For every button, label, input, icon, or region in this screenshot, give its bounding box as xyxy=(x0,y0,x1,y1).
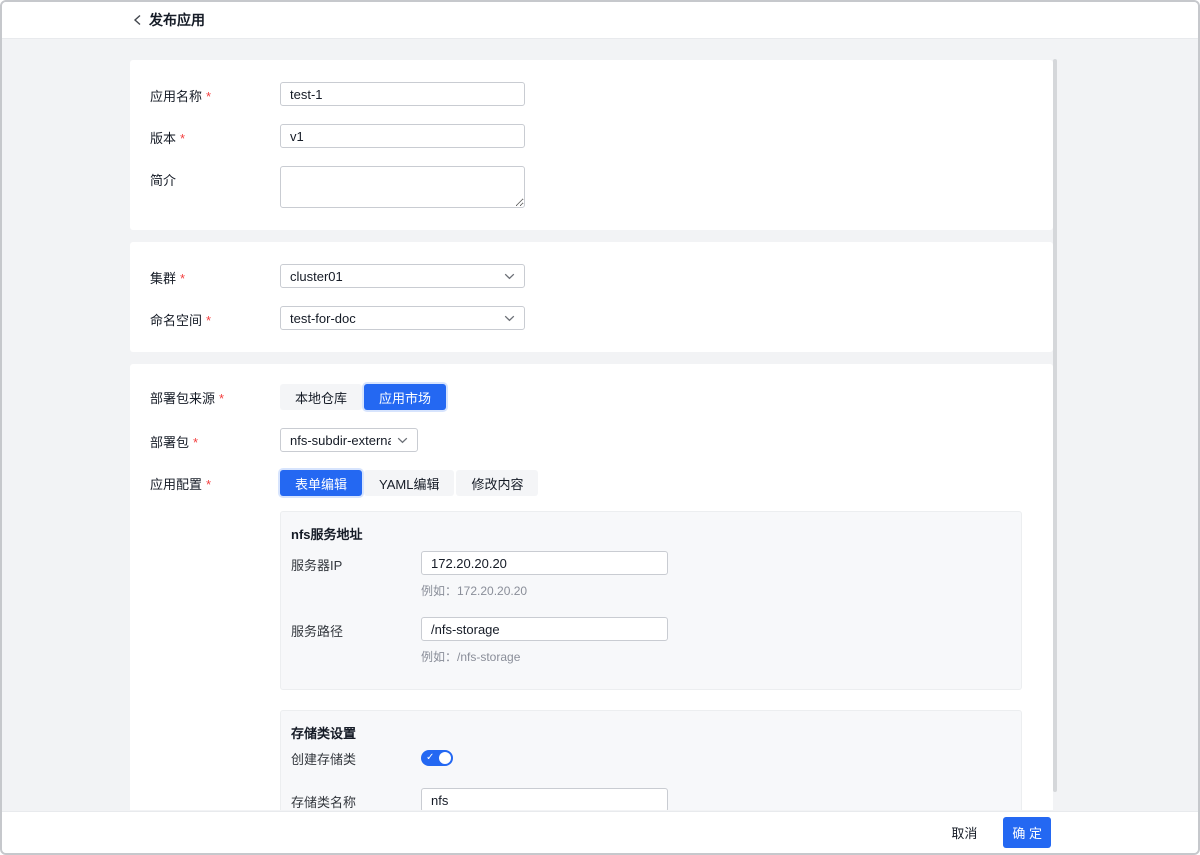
server-path-control: 例如：/nfs-storage xyxy=(421,617,668,665)
footer-actions: 取消 确 定 xyxy=(2,811,1198,853)
cancel-button[interactable]: 取消 xyxy=(951,823,977,842)
form-row-app-name: 应用名称 * xyxy=(130,82,1053,106)
package-label: 部署包 * xyxy=(150,428,280,451)
form-row-source: 部署包来源 * 本地仓库 应用市场 xyxy=(130,384,1053,410)
label-text: 简介 xyxy=(150,173,176,188)
titlebar: 发布应用 xyxy=(2,2,1198,39)
server-ip-control: 例如：172.20.20.20 xyxy=(421,551,668,599)
card-deploy: 部署包来源 * 本地仓库 应用市场 部署包 * nfs-subdir-externa… xyxy=(130,364,1053,810)
server-ip-input[interactable] xyxy=(421,551,668,575)
label-text: 部署包来源 xyxy=(150,391,215,406)
required-asterisk: * xyxy=(180,131,185,146)
cluster-label: 集群 * xyxy=(150,264,280,287)
card-basic-info: 应用名称 * 版本 * 简介 xyxy=(130,60,1053,230)
storageclass-name-control xyxy=(421,788,668,810)
tab-yaml-edit[interactable]: YAML编辑 xyxy=(364,470,454,496)
confirm-button[interactable]: 确 定 xyxy=(1003,817,1051,848)
form-row-config: 应用配置 * 表单编辑 YAML编辑 修改内容 xyxy=(130,470,1053,496)
panel-storage-class: 存储类设置 创建存储类 ✓ 存储类名称 pv回收策略 xyxy=(280,710,1022,810)
card-target: 集群 * cluster01 命名空间 * test-for-doc xyxy=(130,242,1053,352)
vertical-scrollbar[interactable] xyxy=(1053,59,1057,792)
form-row-cluster: 集群 * cluster01 xyxy=(130,264,1053,288)
storage-panel-title: 存储类设置 xyxy=(291,723,1011,742)
chevron-down-icon xyxy=(504,315,515,322)
server-ip-label: 服务器IP xyxy=(291,551,421,574)
config-label: 应用配置 * xyxy=(150,470,280,493)
package-select[interactable]: nfs-subdir-external-... xyxy=(280,428,418,452)
server-path-input[interactable] xyxy=(421,617,668,641)
app-name-label: 应用名称 * xyxy=(150,82,280,105)
form-row-server-ip: 服务器IP 例如：172.20.20.20 xyxy=(291,551,1011,599)
chevron-down-icon xyxy=(504,273,515,280)
nfs-panel-title: nfs服务地址 xyxy=(291,524,1011,543)
form-row-version: 版本 * xyxy=(130,124,1053,148)
create-storageclass-toggle[interactable]: ✓ xyxy=(421,750,453,766)
version-label: 版本 * xyxy=(150,124,280,147)
create-storageclass-label: 创建存储类 xyxy=(291,747,421,768)
required-asterisk: * xyxy=(206,313,211,328)
source-label: 部署包来源 * xyxy=(150,384,280,407)
namespace-select-value: test-for-doc xyxy=(290,311,356,326)
label-text: 版本 xyxy=(150,131,176,146)
source-option-app-market[interactable]: 应用市场 xyxy=(364,384,446,410)
label-text: 应用配置 xyxy=(150,477,202,492)
cluster-select[interactable]: cluster01 xyxy=(280,264,525,288)
form-row-create-storageclass: 创建存储类 ✓ xyxy=(291,747,1011,768)
form-row-namespace: 命名空间 * test-for-doc xyxy=(130,306,1053,330)
source-option-local-repo[interactable]: 本地仓库 xyxy=(280,384,362,410)
form-scroll-area: 应用名称 * 版本 * 简介 集群 * cluster01 xyxy=(2,41,1198,810)
tab-modify-content[interactable]: 修改内容 xyxy=(456,470,538,496)
cluster-select-value: cluster01 xyxy=(290,269,343,284)
chevron-down-icon xyxy=(397,437,408,444)
label-text: 应用名称 xyxy=(150,89,202,104)
version-input[interactable] xyxy=(280,124,525,148)
label-text: 部署包 xyxy=(150,435,189,450)
required-asterisk: * xyxy=(180,271,185,286)
label-text: 集群 xyxy=(150,271,176,286)
label-text: 命名空间 xyxy=(150,313,202,328)
required-asterisk: * xyxy=(206,477,211,492)
config-tabs: 表单编辑 YAML编辑 修改内容 xyxy=(280,470,538,496)
namespace-select[interactable]: test-for-doc xyxy=(280,306,525,330)
server-ip-hint: 例如：172.20.20.20 xyxy=(421,582,668,599)
server-path-label: 服务路径 xyxy=(291,617,421,640)
tab-form-edit[interactable]: 表单编辑 xyxy=(280,470,362,496)
form-row-intro: 简介 xyxy=(130,166,1053,208)
chevron-left-icon xyxy=(133,14,142,26)
storageclass-name-label: 存储类名称 xyxy=(291,788,421,810)
app-name-input[interactable] xyxy=(280,82,525,106)
form-row-package: 部署包 * nfs-subdir-external-... xyxy=(130,428,1053,452)
storageclass-name-input[interactable] xyxy=(421,788,668,810)
required-asterisk: * xyxy=(206,89,211,104)
form-row-server-path: 服务路径 例如：/nfs-storage xyxy=(291,617,1011,665)
back-button[interactable] xyxy=(133,14,142,26)
publish-app-window: 发布应用 应用名称 * 版本 * 简介 集群 * cluster01 xyxy=(0,0,1200,855)
intro-label: 简介 xyxy=(150,166,280,189)
toggle-knob xyxy=(439,752,451,764)
intro-textarea[interactable] xyxy=(280,166,525,208)
check-icon: ✓ xyxy=(426,751,434,765)
panel-nfs-address: nfs服务地址 服务器IP 例如：172.20.20.20 服务路径 例如：/n… xyxy=(280,511,1022,690)
package-select-value: nfs-subdir-external-... xyxy=(290,433,391,448)
namespace-label: 命名空间 * xyxy=(150,306,280,329)
server-path-hint: 例如：/nfs-storage xyxy=(421,648,668,665)
required-asterisk: * xyxy=(193,435,198,450)
source-segmented-control: 本地仓库 应用市场 xyxy=(280,384,446,410)
required-asterisk: * xyxy=(219,391,224,406)
page-title: 发布应用 xyxy=(149,10,205,30)
form-row-storageclass-name: 存储类名称 xyxy=(291,788,1011,810)
